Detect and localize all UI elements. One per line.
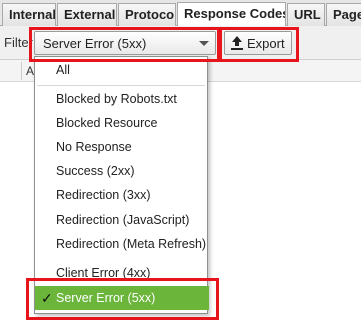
- dropdown-option-blocked-robots[interactable]: Blocked by Robots.txt: [35, 87, 207, 111]
- dropdown-option-label: Server Error (5xx): [56, 291, 156, 305]
- filter-select[interactable]: Server Error (5xx): [34, 31, 216, 55]
- upload-icon: [231, 36, 243, 50]
- check-icon: ✓: [41, 290, 53, 306]
- app-window: Internal External Protocol Response Code…: [0, 0, 361, 335]
- tab-page[interactable]: Page: [326, 3, 361, 26]
- dropdown-option-redirection-meta[interactable]: Redirection (Meta Refresh): [35, 232, 207, 256]
- filter-select-value: Server Error (5xx): [43, 36, 147, 51]
- tab-response-codes[interactable]: Response Codes: [177, 2, 286, 27]
- tab-internal[interactable]: Internal: [2, 3, 56, 26]
- tab-bar: Internal External Protocol Response Code…: [0, 0, 361, 27]
- dropdown-option-no-response[interactable]: No Response: [35, 135, 207, 159]
- filter-toolbar: Filter: Server Error (5xx) Export: [0, 26, 361, 60]
- dropdown-option-server-error-5xx[interactable]: ✓ Server Error (5xx): [35, 286, 209, 310]
- dropdown-option-redirection-js[interactable]: Redirection (JavaScript): [35, 208, 207, 232]
- filter-dropdown-list: All Blocked by Robots.txt Blocked Resour…: [34, 56, 209, 314]
- column-divider: [21, 62, 22, 80]
- tab-protocol[interactable]: Protocol: [118, 3, 176, 26]
- export-label: Export: [247, 36, 285, 51]
- dropdown-separator: [37, 85, 205, 86]
- filter-label: Filter:: [4, 35, 37, 50]
- tab-external[interactable]: External: [57, 3, 117, 26]
- column-header-label: A: [26, 64, 35, 78]
- chevron-down-icon: [199, 41, 209, 46]
- dropdown-option-success-2xx[interactable]: Success (2xx): [35, 159, 207, 183]
- dropdown-option-blocked-resource[interactable]: Blocked Resource: [35, 111, 207, 135]
- dropdown-option-redirection-3xx[interactable]: Redirection (3xx): [35, 183, 207, 207]
- tab-url[interactable]: URL: [287, 3, 325, 26]
- export-button[interactable]: Export: [224, 31, 292, 55]
- dropdown-option-client-error-4xx[interactable]: Client Error (4xx): [35, 261, 207, 285]
- dropdown-option-all[interactable]: All: [35, 58, 207, 82]
